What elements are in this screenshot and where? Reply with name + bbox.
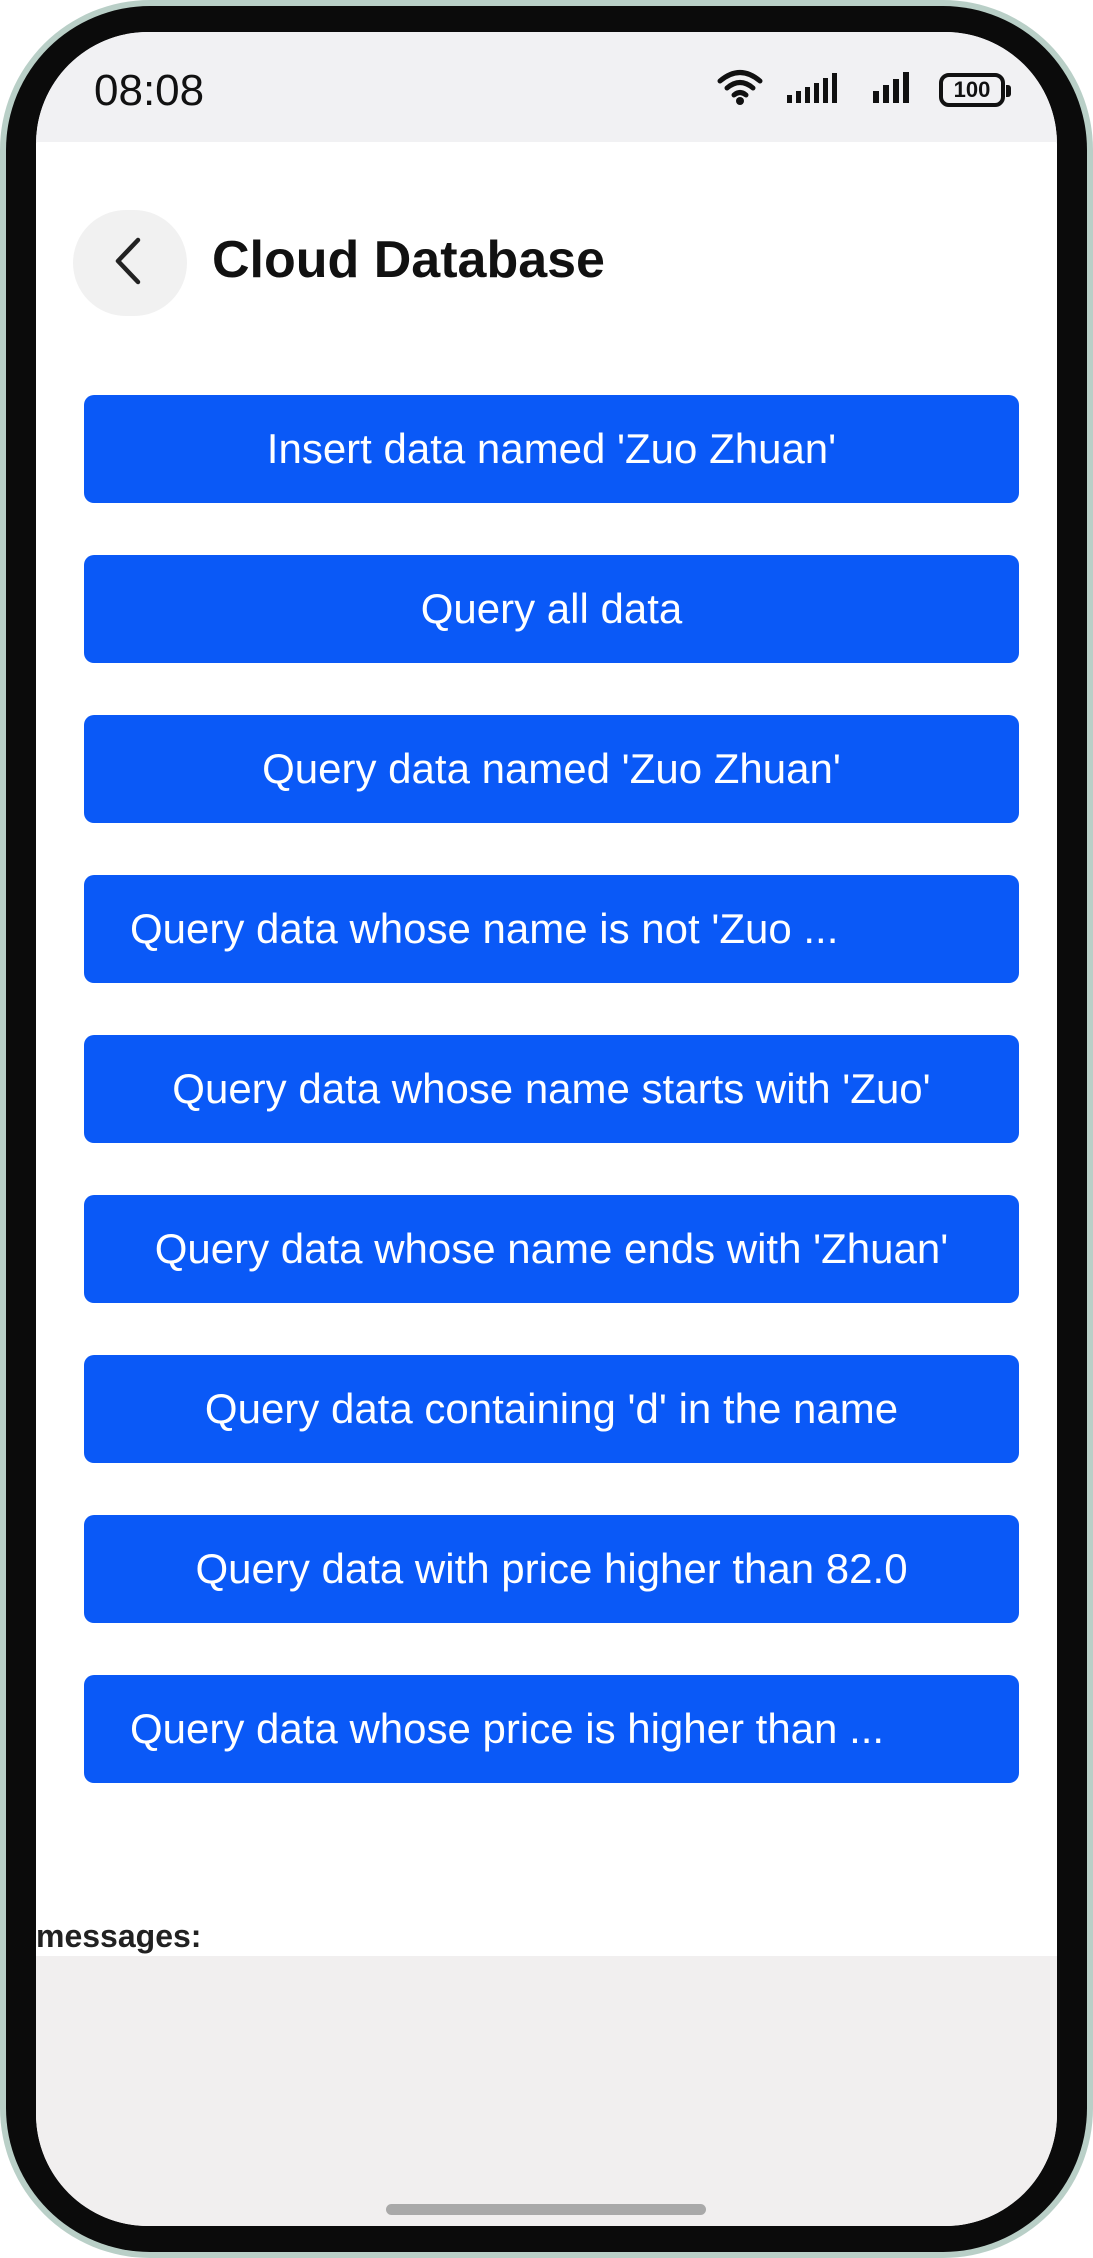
chevron-left-icon bbox=[110, 236, 150, 291]
status-bar: 08:08 100 bbox=[36, 32, 1057, 142]
messages-label: messages: bbox=[36, 1918, 202, 1954]
signal-icon-sim1 bbox=[785, 69, 849, 110]
page-header: Cloud Database bbox=[36, 142, 1057, 316]
query-all-button[interactable]: Query all data bbox=[84, 555, 1019, 663]
battery-icon: 100 bbox=[939, 72, 1011, 107]
page-title: Cloud Database bbox=[212, 231, 605, 289]
phone-frame: 08:08 100 Cloud Database Insert data nam… bbox=[0, 0, 1093, 2258]
messages-area bbox=[36, 1956, 1057, 2226]
status-icons: 100 bbox=[717, 68, 1011, 111]
query-price-greater-button[interactable]: Query data with price higher than 82.0 bbox=[84, 1515, 1019, 1623]
query-name-not-equal-button[interactable]: Query data whose name is not 'Zuo ... bbox=[84, 875, 1019, 983]
insert-zuo-zhuan-button[interactable]: Insert data named 'Zuo Zhuan' bbox=[84, 395, 1019, 503]
query-name-contains-button[interactable]: Query data containing 'd' in the name bbox=[84, 1355, 1019, 1463]
signal-icon-sim2 bbox=[871, 69, 917, 110]
query-named-zuo-zhuan-button[interactable]: Query data named 'Zuo Zhuan' bbox=[84, 715, 1019, 823]
screen: 08:08 100 Cloud Database Insert data nam… bbox=[36, 32, 1057, 2226]
back-button[interactable] bbox=[73, 210, 187, 316]
query-price-greater-or-equal-button[interactable]: Query data whose price is higher than ..… bbox=[84, 1675, 1019, 1783]
home-indicator[interactable] bbox=[386, 2204, 706, 2215]
wifi-icon bbox=[717, 68, 763, 111]
status-time: 08:08 bbox=[94, 66, 205, 115]
action-button-list: Insert data named 'Zuo Zhuan' Query all … bbox=[84, 395, 1019, 1835]
query-name-ends-with-button[interactable]: Query data whose name ends with 'Zhuan' bbox=[84, 1195, 1019, 1303]
query-name-starts-with-button[interactable]: Query data whose name starts with 'Zuo' bbox=[84, 1035, 1019, 1143]
